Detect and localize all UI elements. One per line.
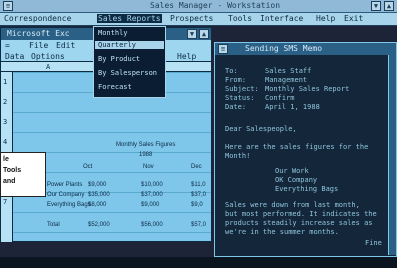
callout-line: and: [3, 178, 16, 185]
sheet-heading: Monthly Sales Figures: [116, 142, 176, 148]
spreadsheet-maximize-icon[interactable]: ▲: [199, 29, 209, 39]
spreadsheet-menu-data[interactable]: Data: [5, 52, 24, 61]
window-titlebar: ≡ Sales Manager - Workstation ▼ ▲: [0, 0, 397, 13]
spreadsheet-menu-help[interactable]: Help: [177, 52, 196, 61]
row-number[interactable]: 4: [3, 138, 7, 146]
memo-body-line: Sales were down from last month,: [225, 201, 360, 209]
memo-footer: Fine: [365, 239, 382, 247]
menu-sales-reports[interactable]: Sales Reports: [97, 14, 162, 23]
memo-label-subject: Subject:: [225, 85, 259, 93]
menu-help[interactable]: Help: [316, 14, 335, 23]
memo-body-line: we're in the summer months.: [225, 228, 339, 236]
cell-value: $11,0: [191, 182, 206, 188]
menu-correspondence[interactable]: Correspondence: [4, 14, 71, 23]
memo-label-to: To:: [225, 67, 238, 75]
dropdown-item-by-salesperson[interactable]: By Salesperson: [98, 69, 157, 77]
cell-value: $37,000: [141, 192, 163, 198]
caption-callout: le Tools and: [0, 152, 46, 197]
status-bar: [0, 257, 397, 268]
dropdown-item-by-product[interactable]: By Product: [98, 55, 140, 63]
dropdown-item-monthly[interactable]: Monthly: [98, 29, 128, 37]
dropdown-item-forecast[interactable]: Forecast: [98, 83, 132, 91]
row-label: Our Company: [47, 192, 85, 198]
sheet-year: 1988: [139, 152, 153, 158]
memo-window: ≡ Sending SMS Memo To: Sales Staff From:…: [214, 42, 397, 257]
minimize-icon[interactable]: ▼: [371, 1, 381, 11]
memo-scrollbar[interactable]: [388, 55, 396, 255]
sales-reports-dropdown: Monthly Quarterly By Product By Salesper…: [93, 26, 166, 98]
column-a-label[interactable]: A: [46, 63, 50, 71]
column-label: Oct: [83, 164, 93, 170]
memo-list-item: OK Company: [275, 176, 318, 184]
memo-list-item: Everything Bags: [275, 185, 339, 193]
memo-value-from: Management: [265, 76, 308, 84]
memo-body-line: products steadily increase sales as: [225, 219, 373, 227]
maximize-icon[interactable]: ▲: [384, 1, 394, 11]
spreadsheet-menu-options[interactable]: Options: [31, 52, 65, 61]
memo-value-to: Sales Staff: [265, 67, 312, 75]
cell-value: $56,000: [141, 222, 163, 228]
spreadsheet-menu-file[interactable]: File: [29, 41, 48, 50]
cell-value: $8,000: [88, 202, 107, 208]
memo-titlebar: ≡ Sending SMS Memo: [215, 43, 396, 55]
menu-prospects[interactable]: Prospects: [170, 14, 213, 23]
column-label: Nov: [143, 164, 154, 170]
menu-exit[interactable]: Exit: [344, 14, 363, 23]
memo-body-line: Here are the sales figures for the: [225, 143, 369, 151]
memo-title: Sending SMS Memo: [245, 44, 323, 53]
cell-value: $52,000: [88, 222, 110, 228]
memo-body-line: but most performed. It indicates the: [225, 210, 377, 218]
column-label: Dec: [191, 164, 202, 170]
cell-value: $37,0: [191, 192, 207, 198]
row-label: Everything Bags: [47, 202, 91, 208]
cell-value: $57,0: [191, 222, 207, 228]
callout-line: le: [3, 156, 9, 163]
memo-list-item: Our Work: [275, 167, 309, 175]
spreadsheet-minimize-icon[interactable]: ▼: [187, 29, 197, 39]
memo-value-subject: Monthly Sales Report: [265, 85, 350, 93]
dropdown-item-quarterly[interactable]: Quarterly: [95, 41, 164, 49]
memo-label-status: Status:: [225, 94, 255, 102]
memo-label-from: From:: [225, 76, 247, 84]
memo-value-date: April 1, 1988: [265, 103, 320, 111]
cell-value: $35,000: [88, 192, 110, 198]
memo-label-date: Date:: [225, 103, 247, 111]
row-label: Power Plants: [47, 182, 83, 188]
memo-value-status: Confirm: [265, 94, 295, 102]
cell-value: $9,000: [88, 182, 107, 188]
system-menu-icon[interactable]: ≡: [3, 1, 13, 11]
menubar: Correspondence Sales Reports Prospects T…: [0, 13, 397, 26]
row-number[interactable]: 1: [3, 78, 7, 86]
cell-value: $10,000: [141, 182, 163, 188]
spreadsheet-control-icon[interactable]: =: [5, 41, 10, 50]
cell-value: $9,000: [141, 202, 160, 208]
row-number[interactable]: 2: [3, 98, 7, 106]
row-label: Total: [47, 222, 60, 228]
window-title: Sales Manager - Workstation: [150, 1, 281, 10]
spreadsheet-menu-edit[interactable]: Edit: [56, 41, 75, 50]
menu-tools[interactable]: Tools: [228, 14, 252, 23]
row-number[interactable]: 7: [3, 198, 7, 206]
row-number[interactable]: 3: [3, 118, 7, 126]
memo-body-line: Month!: [225, 152, 251, 160]
menu-interface[interactable]: Interface: [260, 14, 303, 23]
spreadsheet-title: Microsoft Exc: [7, 29, 70, 38]
cell-value: $9,0: [191, 202, 203, 208]
memo-control-icon[interactable]: ≡: [218, 44, 228, 54]
memo-greeting: Dear Salespeople,: [225, 125, 297, 133]
callout-line: Tools: [3, 167, 22, 174]
